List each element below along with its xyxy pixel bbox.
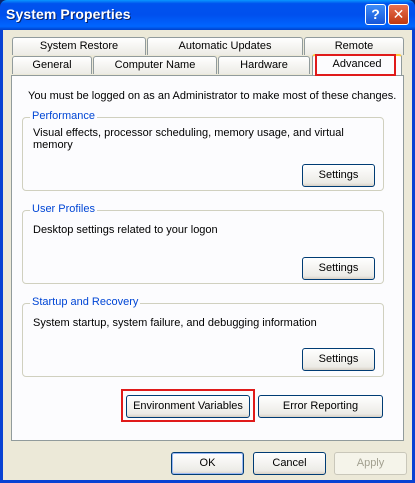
startup-recovery-description: System startup, system failure, and debu… <box>33 317 317 329</box>
close-button[interactable]: ✕ <box>388 4 409 25</box>
help-button[interactable]: ? <box>365 4 386 25</box>
performance-description: Visual effects, processor scheduling, me… <box>33 127 344 151</box>
tab-advanced[interactable]: Advanced <box>312 54 402 75</box>
ok-button[interactable]: OK <box>171 452 244 475</box>
user-profiles-group: User Profiles Desktop settings related t… <box>22 203 384 284</box>
window-title: System Properties <box>6 6 131 22</box>
apply-button[interactable]: Apply <box>334 452 407 475</box>
startup-recovery-group: Startup and Recovery System startup, sys… <box>22 296 384 377</box>
tab-hardware[interactable]: Hardware <box>218 56 310 74</box>
performance-title: Performance <box>30 110 97 122</box>
user-profiles-description: Desktop settings related to your logon <box>33 224 218 236</box>
title-bar[interactable]: System Properties ? ✕ <box>0 0 415 30</box>
system-properties-window: System Properties ? ✕ System Restore Aut… <box>0 0 415 483</box>
tab-computer-name[interactable]: Computer Name <box>93 56 217 74</box>
user-profiles-title: User Profiles <box>30 203 97 215</box>
performance-group: Performance Visual effects, processor sc… <box>22 110 384 191</box>
environment-variables-button[interactable]: Environment Variables <box>126 395 250 418</box>
startup-recovery-settings-button[interactable]: Settings <box>302 348 375 371</box>
tab-remote[interactable]: Remote <box>304 37 404 55</box>
error-reporting-button[interactable]: Error Reporting <box>258 395 383 418</box>
tab-automatic-updates[interactable]: Automatic Updates <box>147 37 303 55</box>
user-profiles-settings-button[interactable]: Settings <box>302 257 375 280</box>
cancel-button[interactable]: Cancel <box>253 452 326 475</box>
tab-system-restore[interactable]: System Restore <box>12 37 146 55</box>
admin-note: You must be logged on as an Administrato… <box>28 90 397 102</box>
tab-general[interactable]: General <box>12 56 92 74</box>
performance-settings-button[interactable]: Settings <box>302 164 375 187</box>
startup-recovery-title: Startup and Recovery <box>30 296 141 308</box>
